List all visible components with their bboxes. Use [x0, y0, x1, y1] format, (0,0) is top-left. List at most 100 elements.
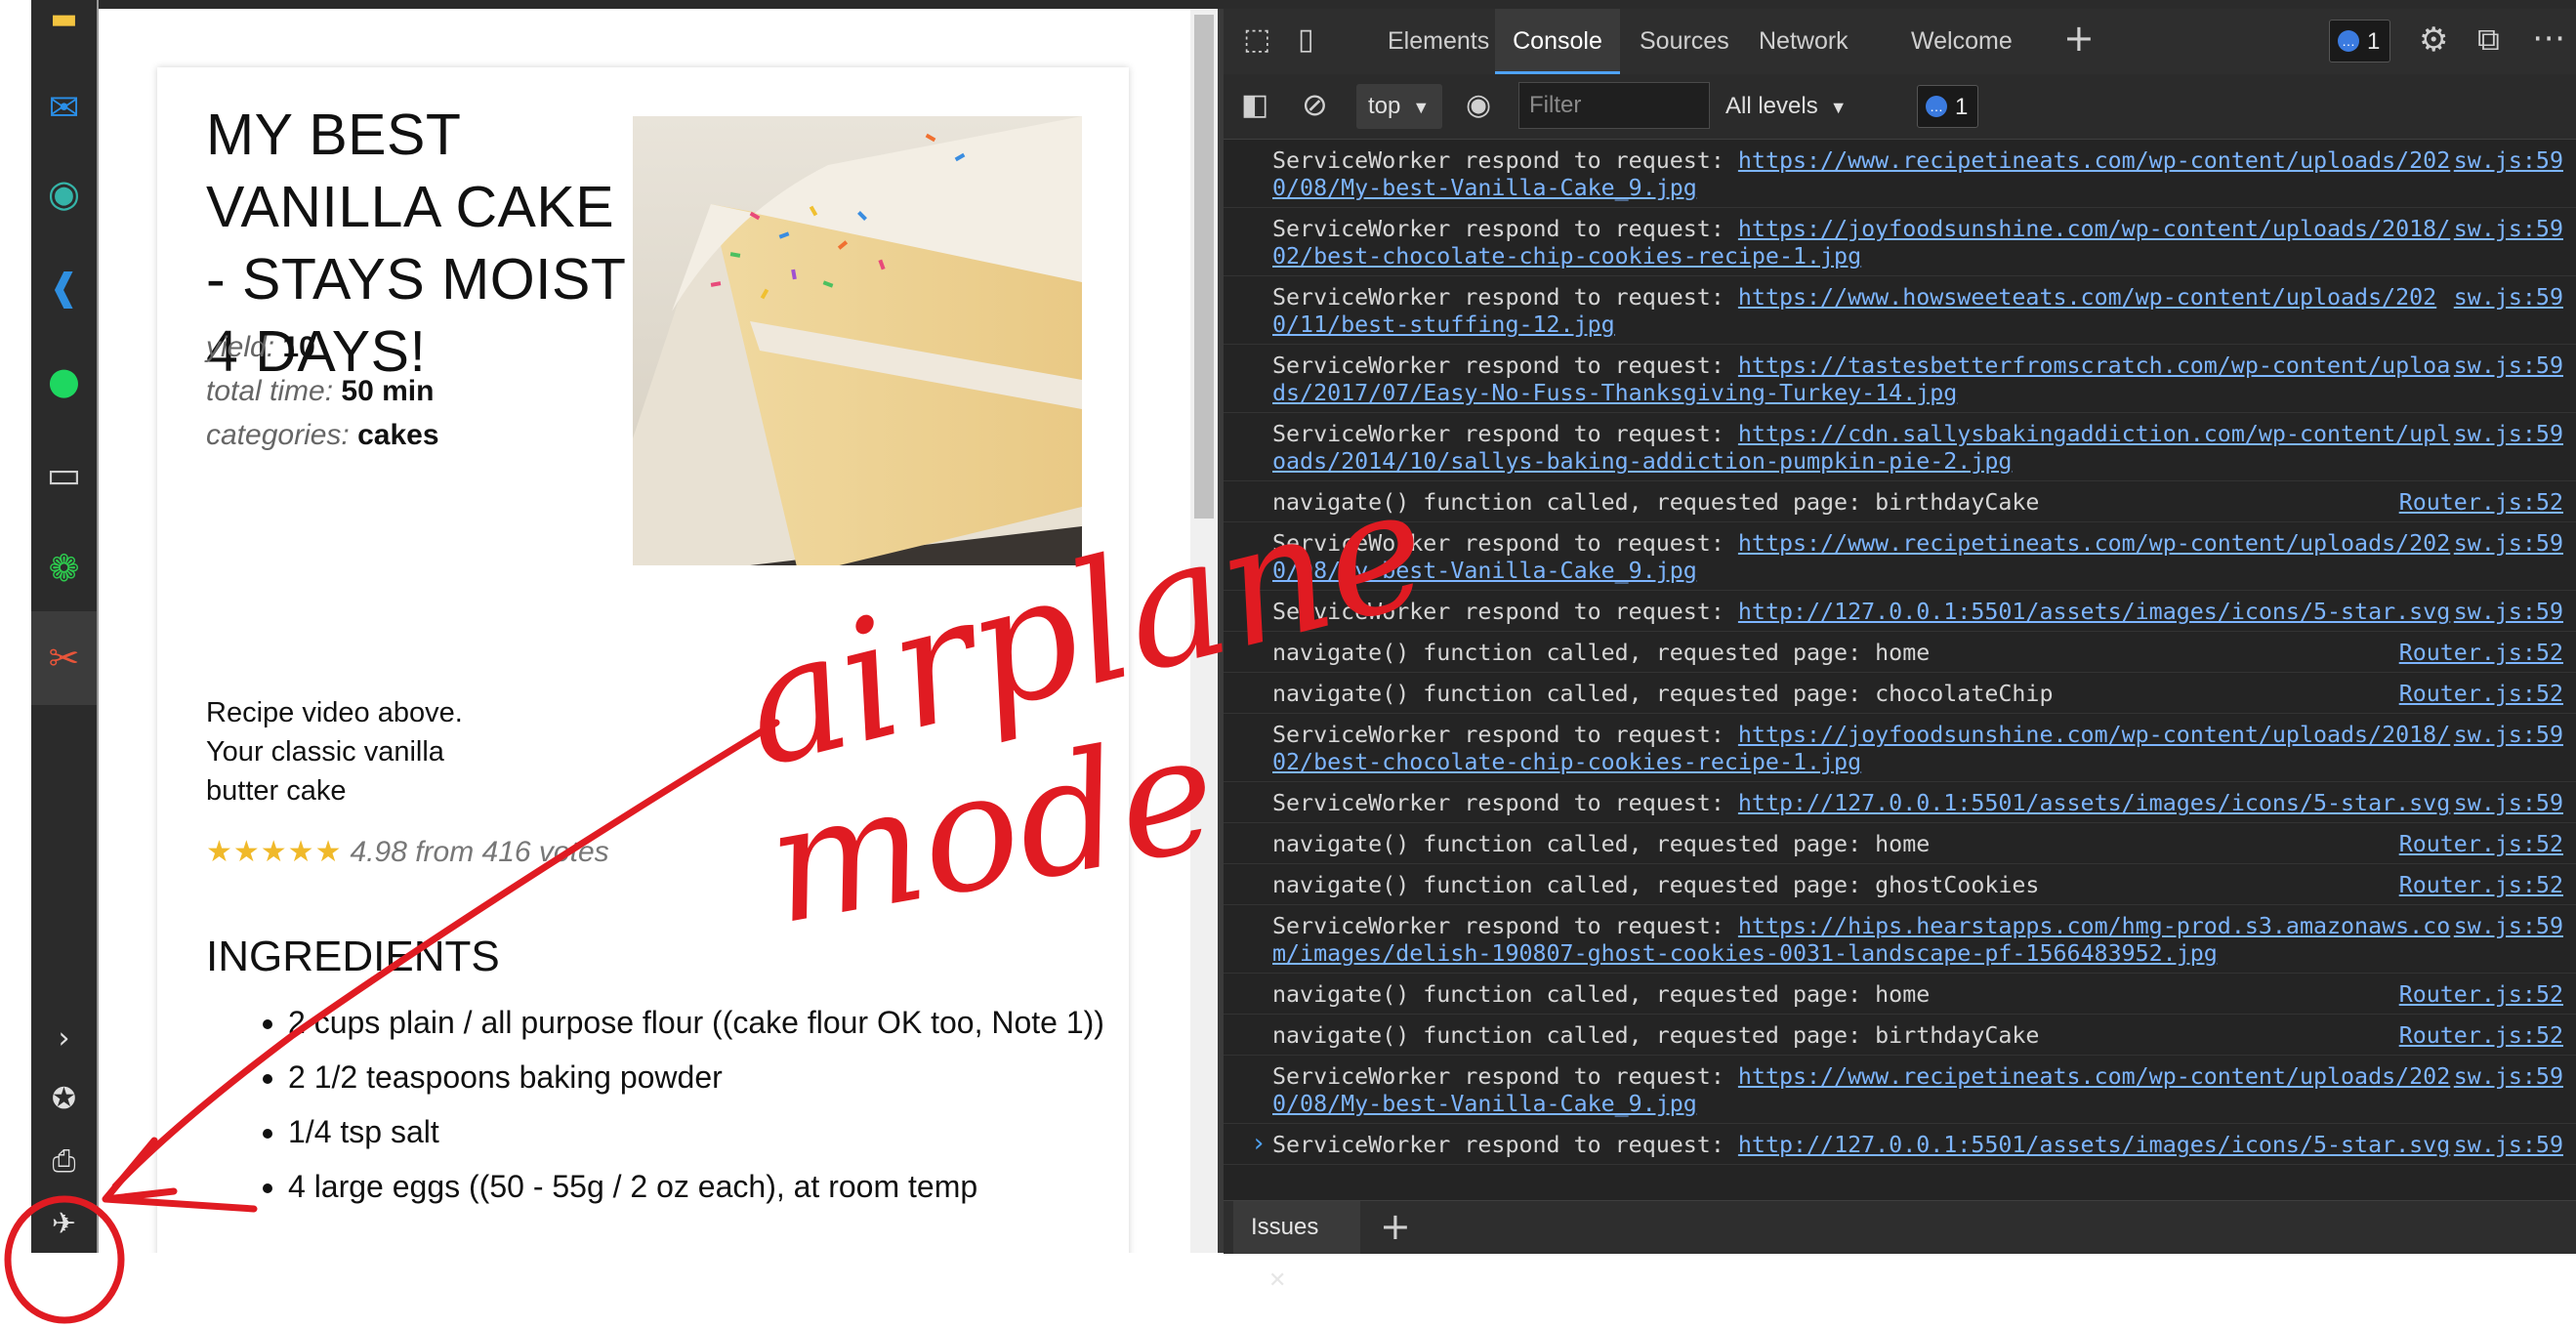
log-message-text: ServiceWorker respond to request:	[1272, 599, 1724, 625]
log-source-link[interactable]: Router.js:52	[2399, 640, 2563, 667]
vscode-icon: ❰	[48, 266, 80, 309]
issues-count: 1	[1955, 94, 1969, 120]
log-source-link[interactable]: sw.js:59	[2454, 284, 2563, 311]
message-icon: …	[2338, 29, 2359, 52]
ingredient-item: 2 1/2 teaspoons baking powder	[288, 1058, 1147, 1097]
terminal-button[interactable]: ▭	[31, 436, 97, 514]
message-count: 1	[2367, 28, 2381, 55]
edge-button[interactable]: ◉	[31, 154, 97, 232]
tab-issues[interactable]: Issues ✕	[1233, 1201, 1360, 1292]
log-message-text: ServiceWorker respond to request:	[1272, 1063, 1724, 1090]
console-log-entry: navigate() function called, requested pa…	[1224, 864, 2576, 905]
vscode-button[interactable]: ❰	[31, 248, 97, 326]
context-select[interactable]: top ▼	[1356, 84, 1442, 129]
log-source-link[interactable]: sw.js:59	[2454, 790, 2563, 817]
log-source-link[interactable]: sw.js:59	[2454, 353, 2563, 380]
tab-sources[interactable]: Sources	[1640, 9, 1729, 74]
log-message-text: ServiceWorker respond to request:	[1272, 216, 1724, 242]
snip-button[interactable]: ✂	[31, 611, 97, 705]
log-message-text: navigate() function called, requested pa…	[1272, 640, 1931, 666]
log-message: ServiceWorker respond to request: https:…	[1272, 216, 2454, 270]
log-message: ServiceWorker respond to request: https:…	[1272, 284, 2454, 339]
tab-elements[interactable]: Elements	[1388, 9, 1489, 74]
settings-gear-icon[interactable]: ⚙	[2419, 21, 2448, 60]
wechat-button[interactable]: ❁	[31, 529, 97, 607]
time-label: total time:	[206, 375, 334, 407]
log-source-link[interactable]: sw.js:59	[2454, 216, 2563, 243]
log-url-link[interactable]: http://127.0.0.1:5501/assets/images/icon…	[1738, 1132, 2450, 1158]
inspect-icon[interactable]: ⬚	[1243, 22, 1270, 57]
console-log-entry: navigate() function called, requested pa…	[1224, 632, 2576, 673]
spotify-icon: ●	[47, 359, 81, 402]
log-source-link[interactable]: Router.js:52	[2399, 981, 2563, 1009]
context-value: top	[1368, 93, 1401, 119]
categories-value: cakes	[357, 419, 439, 451]
log-source-link[interactable]: sw.js:59	[2454, 147, 2563, 175]
cake-image	[633, 116, 1082, 565]
customize-icon[interactable]: ⧉	[2477, 21, 2500, 59]
log-source-link[interactable]: Router.js:52	[2399, 681, 2563, 708]
devtools-panel: ⬚ ▯ Elements Console Sources Network Wel…	[1224, 9, 2576, 1292]
console-prompt[interactable]: ›	[1251, 1129, 1267, 1158]
console-log-entry: navigate() function called, requested pa…	[1224, 823, 2576, 864]
log-message-text: navigate() function called, requested pa…	[1272, 981, 1931, 1008]
recipe-description: Recipe video above. Your classic vanilla…	[206, 697, 463, 807]
issues-count-badge[interactable]: … 1	[1917, 85, 1979, 128]
mail-button[interactable]: ✉	[31, 68, 97, 146]
airplane-mode-button[interactable]: ✈	[31, 1185, 97, 1264]
log-source-link[interactable]: sw.js:59	[2454, 599, 2563, 626]
log-message-text: ServiceWorker respond to request:	[1272, 421, 1724, 447]
log-source-link[interactable]: sw.js:59	[2454, 421, 2563, 448]
window-top-border	[97, 0, 2576, 9]
star-rating-icon: ★★★★★	[206, 836, 343, 868]
log-source-link[interactable]: sw.js:59	[2454, 1063, 2563, 1091]
chevron-down-icon: ▼	[1829, 98, 1848, 117]
desktop-edge	[0, 0, 31, 1253]
live-expression-eye-icon[interactable]: ◉	[1466, 88, 1491, 122]
more-options-icon[interactable]: ⋯	[2532, 19, 2565, 58]
rating: ★★★★★ 4.98 from 416 votes	[206, 835, 609, 869]
tab-network[interactable]: Network	[1759, 9, 1849, 74]
log-source-link[interactable]: Router.js:52	[2399, 489, 2563, 517]
mail-icon: ✉	[48, 86, 80, 129]
log-message-text: navigate() function called, requested pa…	[1272, 489, 2040, 516]
tab-console[interactable]: Console	[1495, 9, 1620, 74]
close-icon[interactable]: ✕	[1268, 1267, 1286, 1292]
spotify-button[interactable]: ●	[31, 342, 97, 420]
console-log-entry: navigate() function called, requested pa…	[1224, 1015, 2576, 1056]
sidebar-toggle-icon[interactable]: ◧	[1241, 88, 1268, 122]
log-levels-select[interactable]: All levels ▼	[1725, 84, 1848, 129]
console-toolbar: ◧ ⊘ top▼ ◉ All levels▼ …1	[1224, 74, 2576, 140]
log-message-text: ServiceWorker respond to request:	[1272, 530, 1724, 557]
recipe-card: MY BEST VANILLA CAKE - STAYS MOIST 4 DAY…	[157, 67, 1129, 1253]
console-filter-input[interactable]	[1518, 82, 1710, 129]
log-source-link[interactable]: sw.js:59	[2454, 722, 2563, 749]
clear-console-icon[interactable]: ⊘	[1302, 86, 1328, 123]
page-scrollbar-thumb[interactable]	[1194, 15, 1214, 519]
log-message: ServiceWorker respond to request: https:…	[1272, 421, 2454, 476]
ingredients-list: 2 cups plain / all purpose flour ((cake …	[206, 1003, 1147, 1222]
log-source-link[interactable]: sw.js:59	[2454, 1132, 2563, 1159]
log-source-link[interactable]: Router.js:52	[2399, 831, 2563, 858]
taskbar: ▬ ✉ ◉ ❰ ● ▭ ❁ ✂ › ✪ ⎙ ✈	[31, 0, 97, 1253]
log-source-link[interactable]: sw.js:59	[2454, 913, 2563, 940]
log-url-link[interactable]: http://127.0.0.1:5501/assets/images/icon…	[1738, 790, 2450, 816]
devtools-tabbar: ⬚ ▯ Elements Console Sources Network Wel…	[1224, 9, 2576, 75]
log-source-link[interactable]: Router.js:52	[2399, 872, 2563, 899]
add-tab-icon[interactable]: +	[2063, 17, 2095, 60]
log-source-link[interactable]: sw.js:59	[2454, 530, 2563, 558]
log-source-link[interactable]: Router.js:52	[2399, 1022, 2563, 1050]
console-log-entry: ServiceWorker respond to request: https:…	[1224, 522, 2576, 591]
message-count-badge[interactable]: … 1	[2329, 20, 2391, 62]
log-message: ServiceWorker respond to request: https:…	[1272, 722, 2454, 776]
file-explorer-button[interactable]: ▬	[31, 0, 97, 39]
tab-welcome[interactable]: Welcome	[1911, 9, 2013, 74]
printer-icon: ⎙	[52, 1144, 76, 1179]
log-url-link[interactable]: http://127.0.0.1:5501/assets/images/icon…	[1738, 599, 2450, 625]
add-drawer-tab-icon[interactable]: +	[1380, 1205, 1411, 1248]
yield-label: yield:	[206, 331, 275, 363]
log-message-text: ServiceWorker respond to request:	[1272, 284, 1724, 311]
device-toolbar-icon[interactable]: ▯	[1298, 22, 1314, 57]
console-log-entry: ServiceWorker respond to request: https:…	[1224, 345, 2576, 413]
console-log-entry: ServiceWorker respond to request: https:…	[1224, 1056, 2576, 1124]
